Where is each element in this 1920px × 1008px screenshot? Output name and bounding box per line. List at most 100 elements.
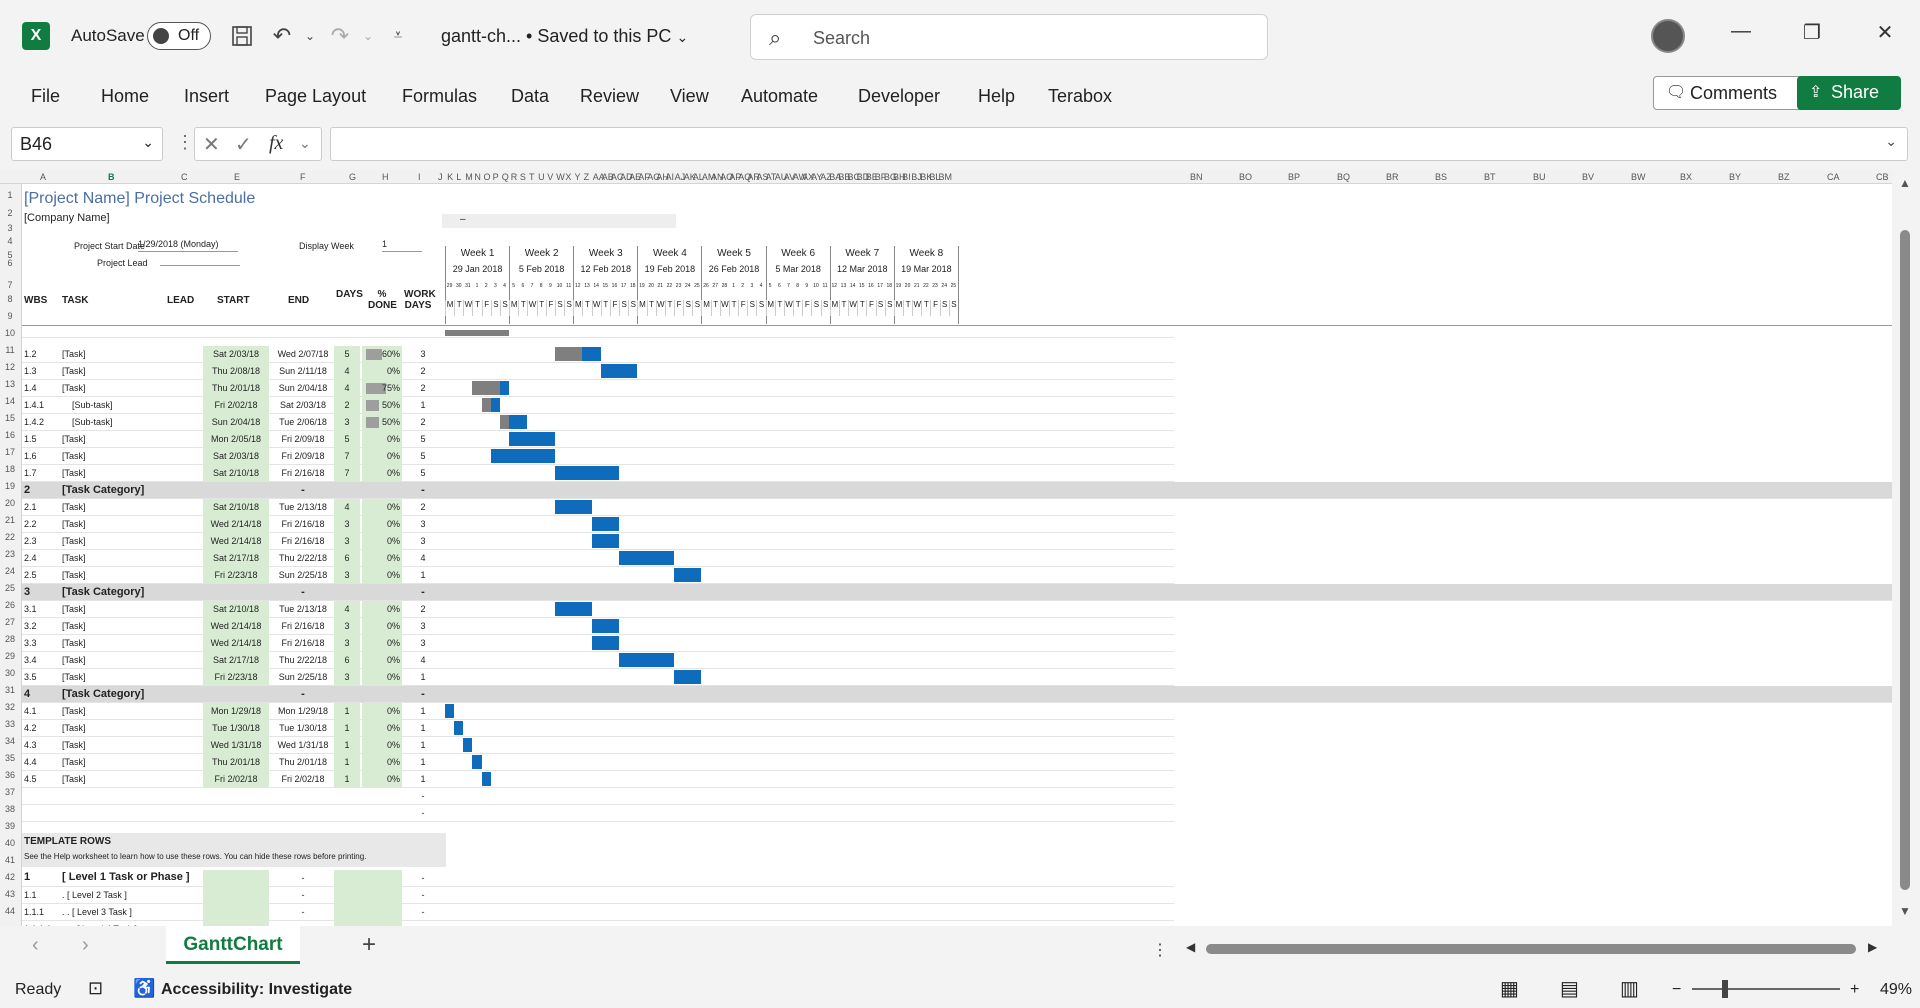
more-icon[interactable]: ⋮ — [1152, 940, 1168, 960]
row-number[interactable]: 22 — [0, 532, 20, 542]
close-icon[interactable]: ✕ — [1870, 20, 1900, 50]
accessibility-icon[interactable]: ♿ — [133, 978, 155, 999]
row-number[interactable]: 15 — [0, 413, 20, 423]
table-row[interactable]: 2.4 [Task] Sat 2/17/18 Thu 2/22/18 6 0% 4 — [22, 550, 1174, 567]
search-box[interactable]: ⌕ Search — [750, 14, 1268, 60]
autosave-toggle[interactable]: Off — [147, 22, 211, 50]
tab-help[interactable]: Help — [978, 86, 1015, 107]
enter-icon[interactable]: ✓ — [235, 132, 252, 157]
column-header-j[interactable]: J — [438, 172, 443, 182]
expand-formula-icon[interactable]: ⌄ — [1885, 133, 1897, 150]
row-number[interactable]: 36 — [0, 770, 20, 780]
comments-button[interactable]: 🗨 Comments — [1653, 76, 1821, 110]
row-number[interactable]: 2 — [0, 208, 20, 218]
tab-terabox[interactable]: Terabox — [1048, 86, 1112, 107]
row-number[interactable]: 23 — [0, 549, 20, 559]
table-row[interactable]: 2.2 [Task] Wed 2/14/18 Fri 2/16/18 3 0% 3 — [22, 516, 1174, 533]
tab-review[interactable]: Review — [580, 86, 639, 107]
column-header-e[interactable]: E — [234, 172, 240, 182]
tab-data[interactable]: Data — [511, 86, 549, 107]
vertical-scrollbar[interactable]: ▲ ▼ — [1892, 170, 1920, 926]
row-number[interactable]: 41 — [0, 855, 20, 865]
column-header-bo[interactable]: BO — [1239, 172, 1252, 182]
table-row[interactable]: 1.6 [Task] Sat 2/03/18 Fri 2/09/18 7 0% 5 — [22, 448, 1174, 465]
page-layout-view-icon[interactable]: ▤ — [1560, 976, 1579, 1001]
document-title[interactable]: gantt-ch... • Saved to this PC ⌄ — [441, 26, 688, 47]
column-header-bx[interactable]: BX — [1680, 172, 1692, 182]
formula-input[interactable]: ⌄ — [330, 127, 1908, 161]
column-header-bz[interactable]: BZ — [1778, 172, 1790, 182]
tab-insert[interactable]: Insert — [184, 86, 229, 107]
column-header-k[interactable]: K — [447, 172, 453, 182]
name-box[interactable]: B46 ⌄ — [11, 127, 163, 161]
minimize-icon[interactable]: — — [1726, 20, 1756, 50]
zoom-out-icon[interactable]: − — [1672, 981, 1681, 999]
column-header-c[interactable]: C — [181, 172, 188, 182]
column-header-m[interactable]: M — [465, 172, 473, 182]
prev-sheet-icon[interactable]: ‹ — [32, 934, 39, 957]
table-row[interactable]: 3.2 [Task] Wed 2/14/18 Fri 2/16/18 3 0% 3 — [22, 618, 1174, 635]
tab-formulas[interactable]: Formulas — [402, 86, 477, 107]
restore-icon[interactable]: ❐ — [1797, 20, 1827, 50]
accessibility-status[interactable]: Accessibility: Investigate — [161, 981, 352, 999]
page-break-view-icon[interactable]: ▥ — [1620, 976, 1639, 1001]
category-row[interactable]: 4 [Task Category] - - — [22, 686, 1892, 703]
zoom-in-icon[interactable]: + — [1850, 981, 1859, 999]
project-lead-value[interactable] — [160, 256, 240, 266]
zoom-level[interactable]: 49% — [1880, 981, 1912, 999]
scroll-down-icon[interactable]: ▼ — [1899, 904, 1911, 918]
table-row[interactable]: 1.3 [Task] Thu 2/08/18 Sun 2/11/18 4 0% 2 — [22, 363, 1174, 380]
row-number[interactable]: 1 — [0, 190, 20, 200]
undo-dropdown-icon[interactable]: ⌄ — [296, 22, 324, 50]
share-button[interactable]: ⇪ Share — [1797, 76, 1901, 110]
table-row[interactable] — [22, 330, 1174, 338]
row-number[interactable]: 42 — [0, 872, 20, 882]
redo-icon[interactable]: ↷ — [326, 22, 354, 50]
template-row[interactable]: 1 [ Level 1 Task or Phase ] - - — [22, 870, 1174, 887]
table-row[interactable]: 4.5 [Task] Fri 2/02/18 Fri 2/02/18 1 0% 1 — [22, 771, 1174, 788]
gantt-sheet[interactable]: [Project Name] Project Schedule [Company… — [22, 184, 1892, 938]
row-number[interactable]: 4 — [0, 236, 20, 246]
row-number[interactable]: 17 — [0, 447, 20, 457]
row-number[interactable]: 39 — [0, 821, 20, 831]
row-number[interactable]: 13 — [0, 379, 20, 389]
column-header-i[interactable]: I — [418, 172, 421, 182]
row-number[interactable]: 14 — [0, 396, 20, 406]
scroll-thumb[interactable] — [1900, 230, 1910, 890]
scroll-right-icon[interactable]: ▶ — [1868, 940, 1877, 954]
column-header-bn[interactable]: BN — [1190, 172, 1203, 182]
row-number[interactable]: 3 — [0, 223, 20, 233]
table-row[interactable]: 3.5 [Task] Fri 2/23/18 Sun 2/25/18 3 0% 1 — [22, 669, 1174, 686]
column-header-bu[interactable]: BU — [1533, 172, 1546, 182]
column-header-t[interactable]: T — [529, 172, 535, 182]
column-header-w[interactable]: W — [556, 172, 565, 182]
table-row[interactable]: 1.2 [Task] Sat 2/03/18 Wed 2/07/18 5 60% 3 — [22, 346, 1174, 363]
customize-toolbar-icon[interactable]: ⩡ — [384, 22, 412, 50]
tab-view[interactable]: View — [670, 86, 709, 107]
row-number[interactable]: 19 — [0, 481, 20, 491]
column-header-by[interactable]: BY — [1729, 172, 1741, 182]
zoom-slider[interactable] — [1692, 988, 1840, 990]
column-header-r[interactable]: R — [511, 172, 518, 182]
column-header-s[interactable]: S — [520, 172, 526, 182]
column-header-z[interactable]: Z — [584, 172, 590, 182]
column-header-bv[interactable]: BV — [1582, 172, 1594, 182]
column-header-h[interactable]: H — [382, 172, 389, 182]
tab-ganttchart[interactable]: GanttChart — [166, 926, 300, 964]
row-number[interactable]: 8 — [0, 294, 20, 304]
table-row[interactable]: 1.7 [Task] Sat 2/10/18 Fri 2/16/18 7 0% 5 — [22, 465, 1174, 482]
row-number[interactable]: 32 — [0, 702, 20, 712]
tab-file[interactable]: File — [31, 86, 60, 107]
scroll-left-icon[interactable]: ◀ — [1186, 940, 1195, 954]
horizontal-scroll-thumb[interactable] — [1206, 944, 1856, 954]
row-number[interactable]: 20 — [0, 498, 20, 508]
row-number[interactable]: 24 — [0, 566, 20, 576]
table-row[interactable]: - — [22, 788, 1174, 805]
tab-developer[interactable]: Developer — [858, 86, 940, 107]
row-number[interactable]: 29 — [0, 651, 20, 661]
row-number[interactable]: 10 — [0, 328, 20, 338]
table-row[interactable]: 1.4.1 [Sub-task] Fri 2/02/18 Sat 2/03/18 2 50… — [22, 397, 1174, 414]
column-header-bm[interactable]: BM — [939, 172, 953, 182]
row-number[interactable]: 34 — [0, 736, 20, 746]
column-header-bt[interactable]: BT — [1484, 172, 1496, 182]
